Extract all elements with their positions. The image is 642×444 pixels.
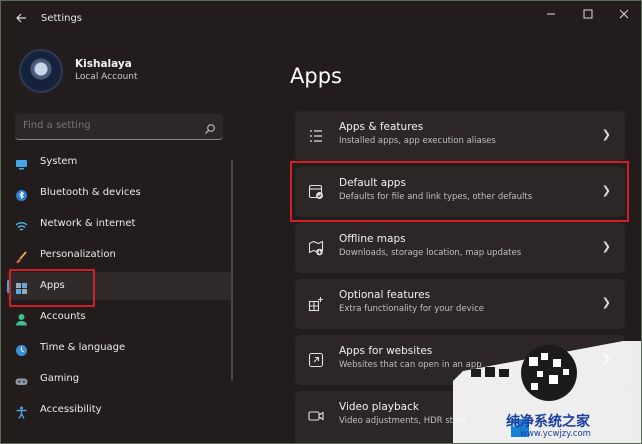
sidebar-item-label: System bbox=[40, 156, 78, 167]
card-title: Video playback bbox=[339, 401, 419, 413]
sidebar-item-personalization[interactable]: Personalization bbox=[7, 241, 233, 269]
page-title: Apps bbox=[290, 64, 342, 88]
apps-highlight-box bbox=[9, 269, 95, 307]
title-bar: Settings bbox=[1, 1, 641, 37]
maximize-icon[interactable] bbox=[577, 7, 599, 25]
sidebar-item-gaming[interactable]: Gaming bbox=[7, 365, 233, 393]
sidebar-item-system[interactable]: System bbox=[7, 148, 233, 176]
sidebar-item-label: Accessibility bbox=[40, 404, 102, 415]
chevron-right-icon: ❯ bbox=[601, 128, 611, 141]
watermark-text: 纯净系统之家 bbox=[506, 414, 590, 430]
list-icon bbox=[308, 128, 324, 144]
video-icon bbox=[308, 408, 324, 424]
watermark-url: www.ycwjzy.com bbox=[520, 429, 591, 439]
brush-icon bbox=[15, 249, 28, 263]
sidebar-item-bluetooth[interactable]: Bluetooth & devices bbox=[7, 179, 233, 207]
avatar[interactable] bbox=[19, 49, 63, 93]
add-square-icon bbox=[308, 296, 324, 312]
search-icon[interactable] bbox=[204, 120, 216, 134]
card-desc: Video adjustments, HDR strea bbox=[339, 416, 467, 426]
settings-window: Settings Kishalaya Local Account System … bbox=[0, 0, 642, 444]
card-desc: Extra functionality for your device bbox=[339, 304, 484, 314]
default-apps-highlight-box bbox=[290, 161, 629, 222]
wifi-icon bbox=[15, 218, 28, 231]
sidebar-item-label: Accounts bbox=[40, 311, 86, 322]
sidebar-item-label: Network & internet bbox=[40, 218, 136, 229]
card-title: Apps for websites bbox=[339, 345, 433, 357]
map-icon bbox=[308, 240, 324, 256]
minimize-icon[interactable] bbox=[540, 7, 562, 25]
accessibility-icon bbox=[15, 404, 28, 419]
back-arrow-icon[interactable] bbox=[11, 11, 31, 29]
sidebar-item-accessibility[interactable]: Accessibility bbox=[7, 396, 233, 424]
chevron-right-icon: ❯ bbox=[601, 240, 611, 253]
window-title: Settings bbox=[41, 13, 83, 24]
card-title: Offline maps bbox=[339, 233, 406, 245]
card-desc: Installed apps, app execution aliases bbox=[339, 136, 496, 146]
sidebar-item-network[interactable]: Network & internet bbox=[7, 210, 233, 238]
bluetooth-icon bbox=[15, 187, 28, 201]
person-icon bbox=[15, 311, 28, 326]
sidebar-item-label: Time & language bbox=[40, 342, 126, 353]
card-apps-features[interactable]: Apps & features Installed apps, app exec… bbox=[295, 111, 625, 161]
sidebar-item-time-language[interactable]: Time & language bbox=[7, 334, 233, 362]
card-desc: Downloads, storage location, map updates bbox=[339, 248, 522, 258]
system-icon bbox=[15, 156, 28, 170]
sidebar-item-label: Bluetooth & devices bbox=[40, 187, 141, 198]
card-offline-maps[interactable]: Offline maps Downloads, storage location… bbox=[295, 223, 625, 273]
sidebar-scrollbar[interactable] bbox=[231, 159, 233, 381]
sidebar-item-accounts[interactable]: Accounts bbox=[7, 303, 233, 331]
card-title: Optional features bbox=[339, 289, 431, 301]
search-box[interactable] bbox=[15, 114, 223, 140]
search-input[interactable] bbox=[23, 120, 193, 131]
open-link-icon bbox=[308, 352, 324, 368]
account-type: Local Account bbox=[75, 72, 138, 82]
sidebar-item-label: Personalization bbox=[40, 249, 116, 260]
card-optional-features[interactable]: Optional features Extra functionality fo… bbox=[295, 279, 625, 329]
card-title: Apps & features bbox=[339, 121, 424, 133]
chevron-right-icon: ❯ bbox=[601, 296, 611, 309]
gamepad-icon bbox=[15, 373, 28, 386]
sidebar-item-label: Gaming bbox=[40, 373, 80, 384]
close-icon[interactable] bbox=[613, 7, 635, 25]
globe-clock-icon bbox=[15, 342, 28, 356]
user-name: Kishalaya bbox=[75, 58, 132, 70]
